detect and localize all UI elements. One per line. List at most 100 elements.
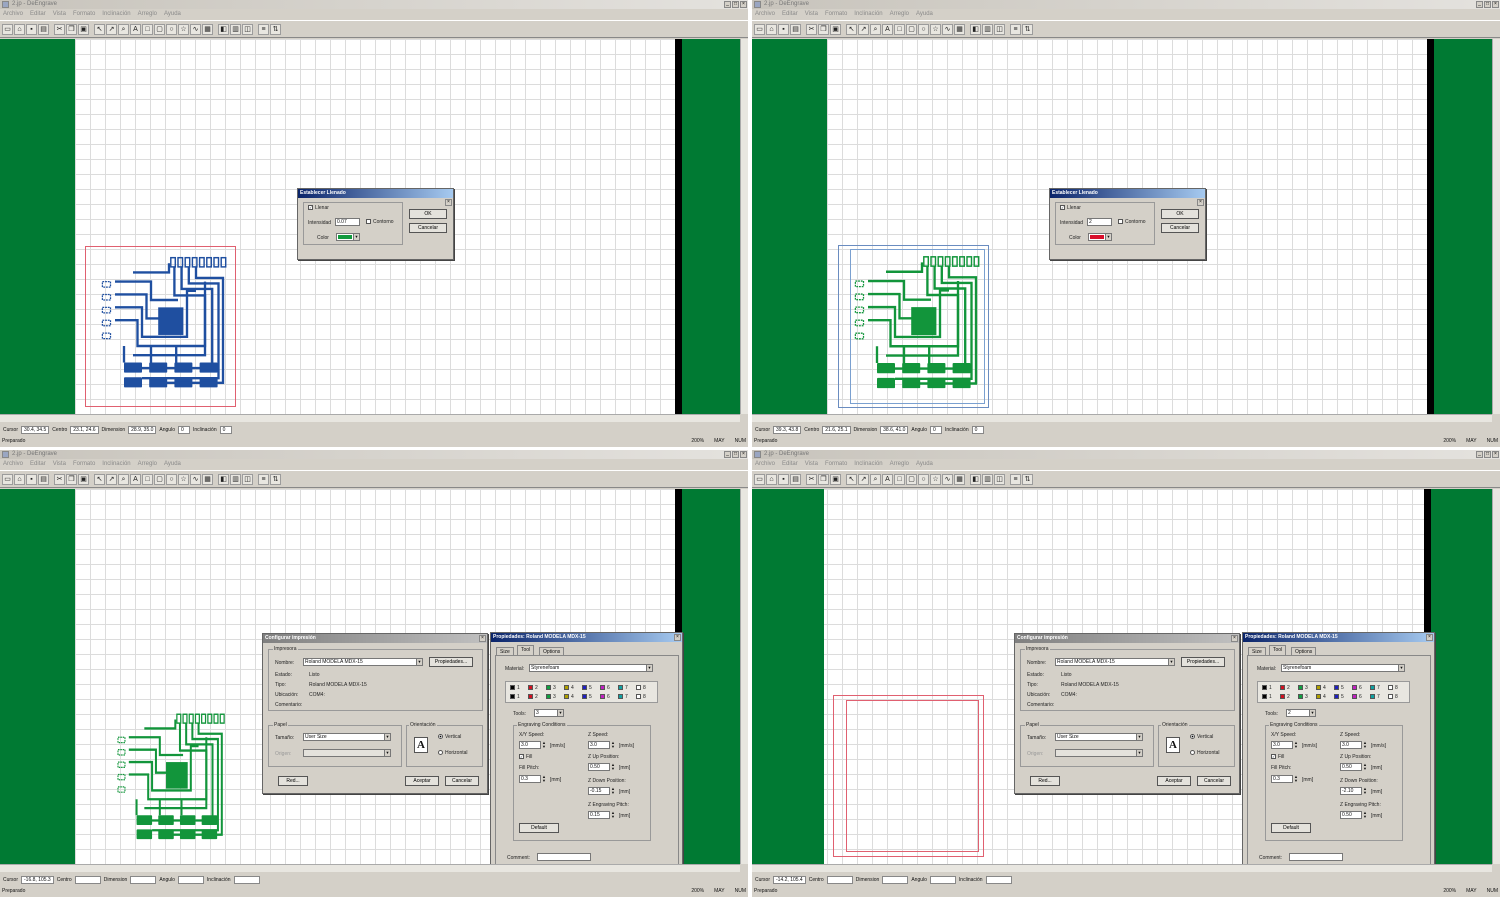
select-icon[interactable]: ↖ — [846, 23, 857, 35]
fill-checkbox[interactable]: ✓ Llenar — [308, 205, 329, 211]
menu-inclinacion[interactable]: Inclinación — [102, 10, 130, 19]
z-up-input[interactable]: 0.50 — [1340, 763, 1362, 771]
menu-arreglo[interactable]: Arreglo — [890, 460, 909, 469]
horizontal-scrollbar[interactable] — [752, 414, 1492, 422]
empty-job-outline[interactable] — [833, 695, 984, 857]
menu-ayuda[interactable]: Ayuda — [916, 460, 933, 469]
network-button[interactable]: Red... — [1030, 776, 1060, 786]
zoom-icon[interactable]: ⌕ — [118, 473, 129, 485]
fill-icon[interactable]: ◧ — [970, 473, 981, 485]
print-icon[interactable]: ▤ — [790, 23, 801, 35]
pen-swatch[interactable] — [564, 685, 569, 690]
menu-inclinacion[interactable]: Inclinación — [854, 10, 882, 19]
rect-icon[interactable]: □ — [894, 23, 905, 35]
pcb-layout[interactable] — [103, 703, 233, 858]
pcb-layout[interactable] — [838, 245, 989, 408]
maximize-button[interactable]: □ — [732, 1, 739, 8]
ellipse-icon[interactable]: ○ — [166, 23, 177, 35]
pen-swatch[interactable] — [1262, 694, 1267, 699]
save-icon[interactable]: ▪ — [26, 473, 37, 485]
canvas[interactable]: Establecer Llenado × ✓ Llenar Intensidad … — [752, 39, 1492, 414]
grid-icon[interactable]: ⇅ — [270, 473, 281, 485]
fill-checkbox[interactable]: ✓ Fill — [1271, 754, 1284, 760]
z-down-input[interactable]: -0.15 — [588, 787, 610, 795]
cancel-button[interactable]: Cancelar — [409, 223, 447, 233]
select-icon[interactable]: ↖ — [846, 473, 857, 485]
pen-swatch[interactable] — [1388, 685, 1393, 690]
curve-icon[interactable]: ∿ — [190, 23, 201, 35]
printer-select[interactable]: Roland MODELA MDX-15 ▼ — [1055, 658, 1175, 666]
z-pitch-input[interactable]: 0.15 — [588, 811, 610, 819]
image-icon[interactable]: ▦ — [954, 23, 965, 35]
pen-swatch[interactable] — [564, 694, 569, 699]
paste-icon[interactable]: ▣ — [830, 473, 841, 485]
cancel-button[interactable]: Cancelar — [445, 776, 479, 786]
rect-icon[interactable]: □ — [142, 23, 153, 35]
node-icon[interactable]: ↗ — [106, 473, 117, 485]
pen-swatch[interactable] — [636, 685, 641, 690]
menu-arreglo[interactable]: Arreglo — [138, 10, 157, 19]
menu-inclinacion[interactable]: Inclinación — [102, 460, 130, 469]
pen-swatch[interactable] — [1352, 685, 1357, 690]
menu-arreglo[interactable]: Arreglo — [138, 460, 157, 469]
open-icon[interactable]: ⌂ — [14, 23, 25, 35]
material-select[interactable]: Styrenefoam ▼ — [1281, 664, 1405, 672]
paper-size-select[interactable]: User Size ▼ — [303, 733, 391, 741]
spinner-arrows-icon[interactable]: ▲ ▼ — [542, 741, 547, 749]
menu-arreglo[interactable]: Arreglo — [890, 10, 909, 19]
vertical-radio[interactable]: Vertical — [438, 734, 461, 740]
grid-icon[interactable]: ⇅ — [270, 23, 281, 35]
grid-icon[interactable]: ⇅ — [1022, 473, 1033, 485]
text-icon[interactable]: A — [130, 473, 141, 485]
node-icon[interactable]: ↗ — [106, 23, 117, 35]
paper-size-select[interactable]: User Size ▼ — [1055, 733, 1143, 741]
zoom-icon[interactable]: ⌕ — [870, 473, 881, 485]
ellipse-icon[interactable]: ○ — [918, 23, 929, 35]
horizontal-scrollbar[interactable] — [0, 414, 740, 422]
spinner-arrows-icon[interactable]: ▲ ▼ — [1363, 741, 1368, 749]
menu-editar[interactable]: Editar — [30, 10, 46, 19]
outline-checkbox[interactable]: Contorno — [366, 219, 394, 225]
ellipse-icon[interactable]: ○ — [918, 473, 929, 485]
close-button[interactable]: × — [740, 451, 747, 458]
rounded-rect-icon[interactable]: ▢ — [906, 23, 917, 35]
save-icon[interactable]: ▪ — [778, 473, 789, 485]
accept-button[interactable]: Aceptar — [1157, 776, 1191, 786]
pen-swatch[interactable] — [1280, 694, 1285, 699]
horizontal-scrollbar[interactable] — [0, 864, 740, 872]
copy-icon[interactable]: ❐ — [818, 473, 829, 485]
pen-swatch[interactable] — [618, 694, 623, 699]
align-icon[interactable]: ≡ — [258, 473, 269, 485]
horizontal-radio[interactable]: Horizontal — [1190, 750, 1220, 756]
pen-swatch[interactable] — [1370, 685, 1375, 690]
spinner-arrows-icon[interactable]: ▲ ▼ — [1363, 811, 1368, 819]
node-icon[interactable]: ↗ — [858, 23, 869, 35]
pen-swatch[interactable] — [1370, 694, 1375, 699]
origin-select[interactable]: ▼ — [1055, 749, 1143, 757]
pen-swatch[interactable] — [528, 685, 533, 690]
pen-swatch[interactable] — [510, 685, 515, 690]
pen-swatch[interactable] — [1262, 685, 1267, 690]
properties-button[interactable]: Propiedades... — [1181, 657, 1225, 667]
pen-swatch[interactable] — [1388, 694, 1393, 699]
open-icon[interactable]: ⌂ — [766, 23, 777, 35]
zoom-icon[interactable]: ⌕ — [870, 23, 881, 35]
fill-icon[interactable]: ◧ — [218, 23, 229, 35]
tab-options[interactable]: Options — [1291, 647, 1317, 655]
menu-ayuda[interactable]: Ayuda — [164, 10, 181, 19]
layer-icon[interactable]: ▥ — [982, 473, 993, 485]
pen-swatch[interactable] — [1298, 685, 1303, 690]
default-button[interactable]: Default — [519, 823, 559, 833]
save-icon[interactable]: ▪ — [778, 23, 789, 35]
z-speed-input[interactable]: 3.0 — [588, 741, 610, 749]
spinner-arrows-icon[interactable]: ▲ ▼ — [611, 811, 616, 819]
align-icon[interactable]: ≡ — [1010, 473, 1021, 485]
pen-swatch[interactable] — [528, 694, 533, 699]
cut-icon[interactable]: ✂ — [806, 473, 817, 485]
menu-formato[interactable]: Formato — [825, 460, 847, 469]
pen-swatch[interactable] — [546, 685, 551, 690]
fill-checkbox[interactable]: ✓ Fill — [519, 754, 532, 760]
star-icon[interactable]: ☆ — [930, 473, 941, 485]
properties-button[interactable]: Propiedades... — [429, 657, 473, 667]
pen-swatch[interactable] — [1316, 694, 1321, 699]
